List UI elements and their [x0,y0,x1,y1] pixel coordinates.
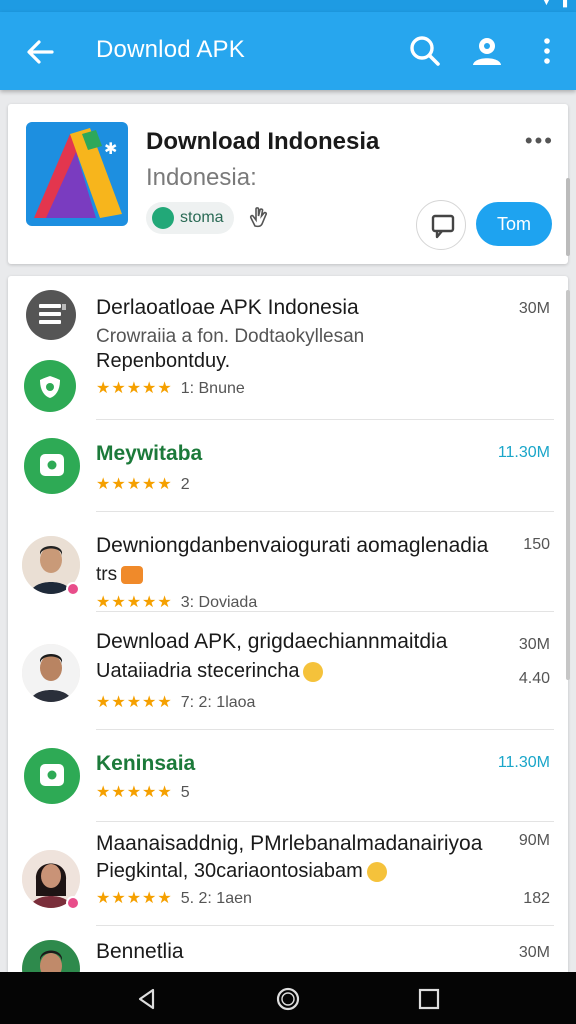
item-version: 182 [523,890,550,907]
list-item[interactable]: Bennetlia 30M [8,926,568,976]
shield-icon [24,360,76,412]
message-button[interactable] [416,200,466,250]
list-item[interactable]: Dewnload APK, grigdaechiannmaitdia Uatai… [8,612,568,730]
item-description: Uataiiadria stecerincha [96,660,324,683]
nav-recents-icon[interactable] [416,986,442,1012]
emoji-icon [303,661,324,682]
list-scrollbar[interactable] [566,290,570,680]
item-size: 90M [518,832,550,849]
chat-app-icon [24,438,80,494]
app-subtitle: Indonesia: [146,164,257,191]
rating-stars: ★★★★★ 5. 2: 1aen [96,890,252,907]
search-icon[interactable] [406,32,444,70]
nav-home-icon[interactable] [275,986,301,1012]
list-item[interactable]: Keninsaia ★★★★★ 5 11.30M [8,730,568,822]
chip-icon [152,207,174,229]
list-item[interactable]: Maanaisaddnig, PMrlebanalmadanairiyoa Pi… [8,822,568,926]
list-item[interactable]: Derlaoatloae APK Indonesia Crowraiia a f… [8,276,568,420]
item-size: 30M [518,944,550,961]
rating-stars: ★★★★★ 5 [96,784,190,801]
item-title: Meywitaba [96,442,203,465]
more-horizontal-icon[interactable]: ••• [525,128,554,154]
svg-text:✱: ✱ [104,139,117,158]
rating-text: 5. 2: 1aen [180,890,252,907]
rating-text: 5 [180,784,190,801]
hand-icon[interactable] [246,204,272,230]
chat-app-icon [24,748,80,804]
avatar [22,644,80,702]
item-description: Crowraiia a fon. Dodtaokyllesan [96,326,365,347]
nav-back-icon[interactable] [134,986,160,1012]
item-description-2: Repenbontduy. [96,350,231,372]
item-title: Keninsaia [96,752,196,775]
account-icon[interactable] [468,32,506,70]
page-title: Downlod APK [96,36,245,63]
system-nav-bar [0,972,576,1024]
item-size: 30M [518,636,550,653]
rating-stars: ★★★★★ 1: Bnune [96,380,245,397]
rating-stars: ★★★★★ 2 [96,476,190,493]
app-bar: Downlod APK [0,12,576,90]
item-description-text: Uataiiadria stecerincha [96,660,300,682]
item-title: Dewniongdanbenvaiogurati aomaglenadia [96,534,489,557]
rating-text: 1: Bnune [180,380,245,397]
list-item[interactable]: Meywitaba ★★★★★ 2 11.30M [8,420,568,512]
app-header-card: ✱ Download Indonesia Indonesia: ••• stom… [8,104,568,264]
item-description-text: trs [96,564,118,585]
item-title: Derlaoatloae APK Indonesia [96,296,359,319]
rating-text: 3: Doviada [180,594,258,611]
item-description: trs [96,564,144,586]
rating-stars: ★★★★★ 3: Doviada [96,594,258,611]
item-description: Piegkintal, 30cariaontosiabam [96,860,387,883]
scrollbar[interactable] [566,178,570,256]
item-size: 30M [518,300,550,317]
overflow-menu-icon[interactable] [528,32,566,70]
badge-icon [66,896,80,910]
chip-label: stoma [180,209,224,226]
badge-icon [66,582,80,596]
item-size: 150 [523,536,550,553]
emoji-icon [121,565,144,584]
category-chip[interactable]: stoma [146,202,234,234]
status-bar: ▼ ▮ [0,0,576,12]
item-description-text: Piegkintal, 30cariaontosiabam [96,860,363,882]
signal-icon: ▼ [541,0,552,8]
rating-stars: ★★★★★ 7: 2: 1laoa [96,694,256,711]
document-icon [26,290,76,340]
app-logo: ✱ [26,122,128,226]
rating-text: 2 [180,476,190,493]
item-title: Bennetlia [96,940,184,963]
app-title: Download Indonesia [146,128,380,155]
open-button[interactable]: Tom [476,202,552,246]
item-title: Dewnload APK, grigdaechiannmaitdia [96,630,448,653]
emoji-icon [366,861,387,882]
back-arrow-icon[interactable] [22,34,58,70]
item-title: Maanaisaddnig, PMrlebanalmadanairiyoa [96,832,483,855]
item-version: 4.40 [518,670,550,687]
message-icon [431,214,455,239]
item-size: 11.30M [497,444,550,461]
list-item[interactable]: Dewniongdanbenvaiogurati aomaglenadia tr… [8,512,568,612]
rating-text: 7: 2: 1laoa [180,694,256,711]
battery-icon: ▮ [561,0,568,9]
item-size: 11.30M [497,754,550,771]
app-list: Derlaoatloae APK Indonesia Crowraiia a f… [8,276,568,976]
avatar [22,940,80,976]
